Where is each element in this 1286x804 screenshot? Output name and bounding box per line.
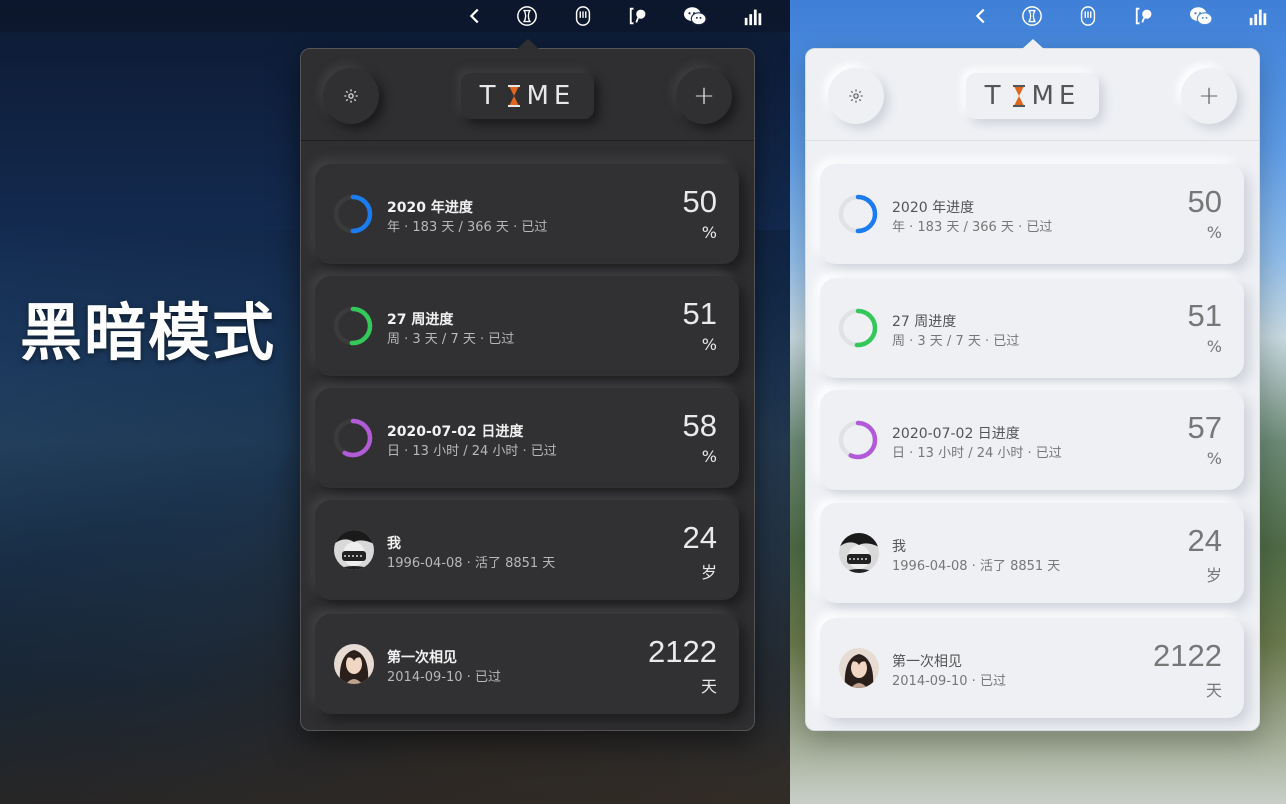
card-unit: 岁 <box>700 563 717 582</box>
logo-letters-me: ME <box>1031 81 1081 111</box>
card-unit: % <box>701 447 717 466</box>
logo-letters-me: ME <box>526 81 576 111</box>
gear-icon <box>344 89 358 103</box>
card-value: 51 <box>682 296 717 331</box>
card-title: 27 周进度 <box>387 312 454 328</box>
app-logo: T ME <box>966 73 1099 119</box>
card-subtitle: 2014-09-10 · 已过 <box>387 670 501 685</box>
hourglass-icon[interactable] <box>514 4 540 28</box>
card-unit: % <box>1206 223 1222 242</box>
avatar <box>839 533 879 573</box>
avatar <box>334 644 374 684</box>
card-value: 24 <box>1187 523 1222 558</box>
time-popover-light: T ME + 2020 年进度 年 · 183 天 / 366 天 · 已过 5… <box>805 39 1260 731</box>
card-title: 第一次相见 <box>387 650 457 666</box>
countdown-card-me[interactable]: 我 1996-04-08 · 活了 8851 天 24 岁 <box>315 500 739 600</box>
progress-ring <box>838 308 878 348</box>
card-unit: 天 <box>1205 681 1222 700</box>
popover-arrow <box>1022 39 1044 49</box>
bracket-pin-icon[interactable] <box>1132 4 1158 28</box>
gear-icon <box>849 89 863 103</box>
popover-header: T ME + <box>301 49 754 141</box>
card-title: 2020 年进度 <box>892 200 975 216</box>
card-unit: 岁 <box>1205 566 1222 585</box>
card-unit: % <box>1206 449 1222 468</box>
hourglass-icon <box>1012 85 1025 107</box>
card-value: 50 <box>1187 184 1222 219</box>
card-subtitle: 周 · 3 天 / 7 天 · 已过 <box>387 332 515 347</box>
bracket-pin-icon[interactable] <box>626 4 652 28</box>
card-subtitle: 1996-04-08 · 活了 8851 天 <box>892 559 1061 574</box>
countdown-card-year[interactable]: 2020 年进度 年 · 183 天 / 366 天 · 已过 50 % <box>315 164 739 264</box>
card-value: 24 <box>682 520 717 555</box>
card-subtitle: 2014-09-10 · 已过 <box>892 674 1006 689</box>
card-value: 57 <box>1187 410 1222 445</box>
countdown-card-me[interactable]: 我 1996-04-08 · 活了 8851 天 24 岁 <box>820 503 1244 603</box>
wechat-icon[interactable] <box>682 4 708 28</box>
card-title: 2020-07-02 日进度 <box>387 424 524 440</box>
card-unit: % <box>701 223 717 242</box>
card-subtitle: 日 · 13 小时 / 24 小时 · 已过 <box>892 446 1062 461</box>
chevron-left-icon[interactable] <box>968 4 994 28</box>
countdown-card-day[interactable]: 2020-07-02 日进度 日 · 13 小时 / 24 小时 · 已过 57… <box>820 390 1244 490</box>
progress-ring <box>333 306 373 346</box>
time-popover-dark: T ME + 2020 年进度 年 · 183 天 / 366 天 · 已过 5… <box>300 39 755 731</box>
card-subtitle: 1996-04-08 · 活了 8851 天 <box>387 556 556 571</box>
card-unit: % <box>1206 337 1222 356</box>
card-subtitle: 年 · 183 天 / 366 天 · 已过 <box>892 220 1053 235</box>
mouse-icon[interactable] <box>570 4 596 28</box>
avatar <box>839 648 879 688</box>
card-title: 2020-07-02 日进度 <box>892 426 1020 442</box>
card-value: 2122 <box>1153 638 1222 673</box>
countdown-card-week[interactable]: 27 周进度 周 · 3 天 / 7 天 · 已过 51 % <box>315 276 739 376</box>
app-logo: T ME <box>461 73 594 119</box>
card-subtitle: 周 · 3 天 / 7 天 · 已过 <box>892 334 1020 349</box>
card-value: 51 <box>1187 298 1222 333</box>
progress-ring <box>333 418 373 458</box>
progress-ring <box>838 194 878 234</box>
progress-ring <box>333 194 373 234</box>
add-button[interactable]: + <box>1181 68 1237 124</box>
card-unit: 天 <box>700 677 717 696</box>
card-value: 50 <box>682 184 717 219</box>
popover-arrow <box>517 39 539 49</box>
countdown-card-week[interactable]: 27 周进度 周 · 3 天 / 7 天 · 已过 51 % <box>820 278 1244 378</box>
avatar <box>334 530 374 570</box>
mouse-icon[interactable] <box>1075 4 1101 28</box>
card-title: 我 <box>387 536 401 552</box>
hourglass-icon[interactable] <box>1019 4 1045 28</box>
logo-letter-t: T <box>479 81 501 111</box>
card-value: 58 <box>682 408 717 443</box>
card-title: 我 <box>892 539 906 555</box>
countdown-card-year[interactable]: 2020 年进度 年 · 183 天 / 366 天 · 已过 50 % <box>820 164 1244 264</box>
card-value: 2122 <box>648 634 717 669</box>
signal-bars-icon[interactable] <box>740 4 766 28</box>
countdown-card-first-meeting[interactable]: 第一次相见 2014-09-10 · 已过 2122 天 <box>820 618 1244 718</box>
menu-bar-dark <box>0 0 790 32</box>
add-button[interactable]: + <box>676 68 732 124</box>
card-title: 27 周进度 <box>892 314 957 330</box>
countdown-card-first-meeting[interactable]: 第一次相见 2014-09-10 · 已过 2122 天 <box>315 614 739 714</box>
logo-letter-t: T <box>984 81 1006 111</box>
menu-bar-light <box>790 0 1286 32</box>
settings-button[interactable] <box>828 68 884 124</box>
card-unit: % <box>701 335 717 354</box>
signal-bars-icon[interactable] <box>1245 4 1271 28</box>
plus-icon: + <box>693 81 715 111</box>
settings-button[interactable] <box>323 68 379 124</box>
card-subtitle: 年 · 183 天 / 366 天 · 已过 <box>387 220 548 235</box>
hourglass-icon <box>507 85 520 107</box>
countdown-card-day[interactable]: 2020-07-02 日进度 日 · 13 小时 / 24 小时 · 已过 58… <box>315 388 739 488</box>
plus-icon: + <box>1198 81 1220 111</box>
wechat-icon[interactable] <box>1188 4 1214 28</box>
card-title: 第一次相见 <box>892 654 962 670</box>
chevron-left-icon[interactable] <box>462 4 488 28</box>
card-subtitle: 日 · 13 小时 / 24 小时 · 已过 <box>387 444 557 459</box>
progress-ring <box>838 420 878 460</box>
dark-mode-caption: 黑暗模式 <box>20 296 277 369</box>
popover-header: T ME + <box>806 49 1259 141</box>
card-title: 2020 年进度 <box>387 200 473 216</box>
